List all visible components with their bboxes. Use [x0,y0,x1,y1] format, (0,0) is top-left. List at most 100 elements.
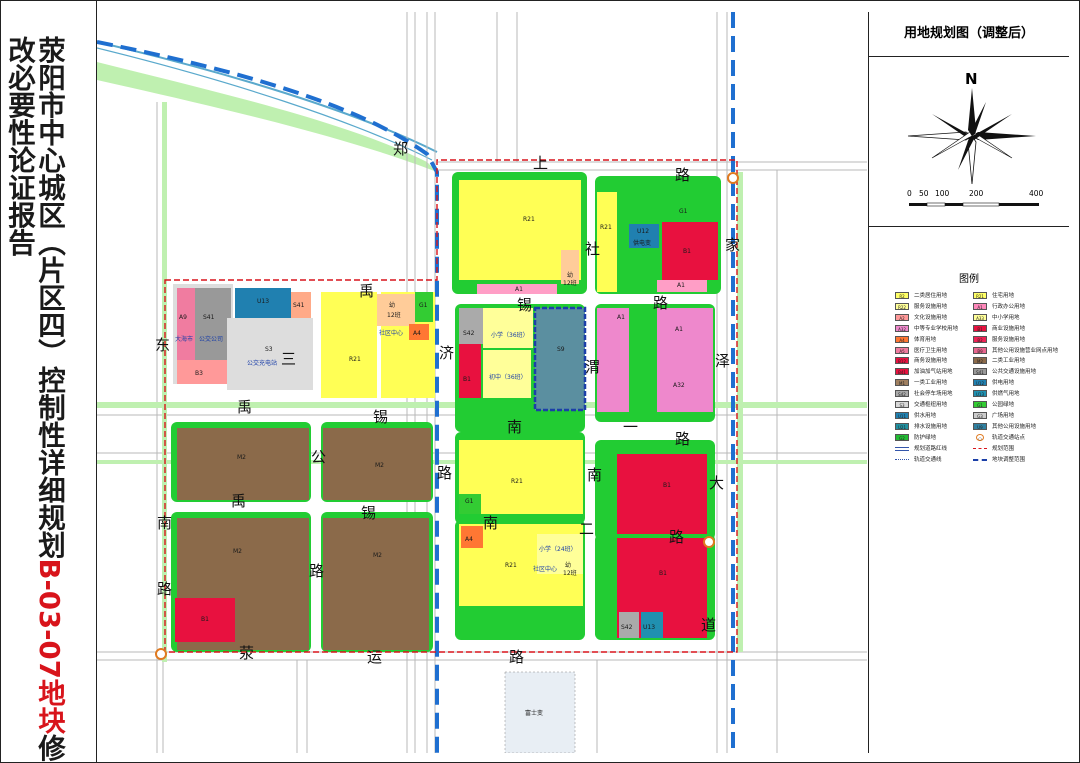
plot-b1d [617,454,707,538]
road-label: 路 [437,464,453,482]
plot-s3 [227,318,313,390]
plot-label: B1 [683,248,691,255]
legend-line-swatch [973,458,987,461]
legend-swatch: U11 [895,411,909,419]
plot-w2-r21 [321,292,377,398]
legend-swatch: A5 [895,346,909,354]
plot-label: A1 [617,314,625,321]
plot-label: M2 [237,454,246,461]
road-label: 路 [157,580,173,598]
legend-label: 中小学用地 [992,314,1020,321]
station-e [703,536,715,548]
legend-swatch: G3 [973,411,987,419]
legend-label: 医疗卫生用地 [914,347,948,354]
plot-label: U13 [643,624,656,631]
plot-label: B1 [201,616,209,623]
title-prefix: 荥阳市中心城区（片区四）控制性详细规划 [33,36,65,559]
legend-swatch: R2 [895,292,909,299]
legend-label: 行政办公用地 [992,303,1026,310]
plot-label: R21 [600,224,612,231]
plot-label: 小学（36班） [491,332,529,339]
legend-label: 其他公用设施营业网点用地 [992,347,1059,354]
plot-label: B1 [659,570,667,577]
compass-box: N 0 50 100 200 400 [869,56,1069,227]
legend-swatch: B9 [973,346,987,354]
road-label: 禹 [359,282,375,300]
plot-label: M2 [375,462,384,469]
scale-label: 0 [907,189,912,198]
road-label: 二 [579,520,595,538]
legend-swatch: S42 [895,390,909,398]
plot-label: 社区中心 [379,330,404,337]
road-label: 一 [623,418,639,436]
legend-line-swatch [895,458,909,460]
legend-label: 服务设施用地 [992,336,1026,343]
legend-label: 防护绿地 [914,434,937,441]
legend-label: 供燃气用地 [992,391,1020,398]
plot-label: M2 [373,552,382,559]
plot-label: A4 [413,330,421,337]
scale-label: 200 [969,189,984,198]
road-label: 大 [709,474,725,492]
panel-title: 用地规划图（调整后） [869,12,1069,57]
legend-swatch: B1 [973,324,987,332]
legend-swatch: A1 [973,302,987,310]
legend-label: 商务设施用地 [914,358,948,365]
road-label: 三 [281,350,297,368]
plot-label: 公交公司 [199,336,224,343]
legend-label: 服务设施用地 [914,303,948,310]
legend-swatch: G1 [973,401,987,408]
legend-label: 规划道路红线 [914,445,948,452]
legend-label: 文化设施用地 [914,314,948,321]
plot-label: B3 [195,370,203,377]
plot-label: R21 [349,356,361,363]
plot-s41 [195,288,231,360]
road-label: 路 [675,166,691,184]
side-panel: 用地规划图（调整后） N 0 50 100 200 400 图例 R2 二类居住… [868,12,1069,753]
legend-label: 商业设施用地 [992,325,1026,332]
plot-label: 大海市 [175,336,194,343]
legend-label: 轨道交通线 [914,456,942,463]
plot-label: B1 [663,482,671,489]
scale-label: 50 [919,189,929,198]
compass-rose [907,88,1039,207]
plot-b1b [459,344,481,398]
plot-label: A4 [465,536,473,543]
legend-label: 供电用地 [992,380,1015,387]
legend-label: 二类居住用地 [914,293,948,299]
legend-swatch: U9 [973,422,987,430]
legend-label: 其他公用设施用地 [992,423,1037,430]
plot-b3 [177,360,231,384]
road-label: 公 [311,448,327,466]
legend-swatch: U21 [895,422,909,430]
road-label: 路 [309,562,325,580]
plot-label: U12 [637,228,650,235]
legend-swatch: S41 [973,368,987,376]
road-label: 社 [585,240,601,258]
road-label: 路 [669,528,685,546]
plot-label: A9 [179,314,187,321]
plot-label: S41 [203,314,215,321]
legend-label: 交通枢纽用地 [914,402,948,408]
plot-label: 公交充电站 [247,360,278,367]
legend-line-swatch [973,447,987,449]
title-highlight: B-03-07地块 [33,558,65,734]
plot-label: 社区中心 [533,566,558,573]
legend-label: 规划范围 [992,445,1015,452]
plot-label: B1 [463,376,471,383]
road-label: 南 [483,514,499,532]
plot-label: 供电变 [633,240,652,247]
plot-label: A1 [515,286,523,293]
plot-m2d [323,518,429,650]
road-label: 运 [367,648,383,666]
legend-swatch: A33 [973,313,987,321]
legend-label: 轨道交通站点 [992,434,1026,441]
legend-title: 图例 [959,274,979,285]
legend-label: 中等专业学校用地 [914,325,959,332]
plot-a9 [177,288,195,360]
plot-label: U13 [257,298,270,305]
legend-box: 图例 R2 二类居住用地 R21 住宅用地 R22 服务设施用地 A1 行政办公用地 A2 文化设… [869,226,1069,753]
report-title: 荥阳市中心城区（片区四）控制性详细规划B-03-07地块修改必要性论证报告 [3,36,65,763]
title-column: 荥阳市中心城区（片区四）控制性详细规划B-03-07地块修改必要性论证报告 [0,0,97,763]
legend-swatch: U13 [973,390,987,398]
